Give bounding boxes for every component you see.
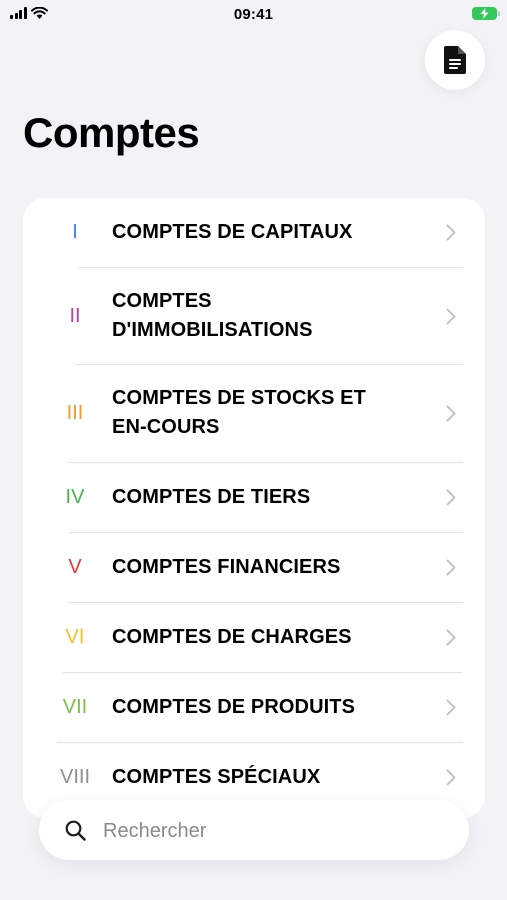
chevron-right-icon [446,489,456,506]
account-row-immobilisations[interactable]: II COMPTES D'IMMOBILISATIONS [23,268,485,364]
chevron-right-icon [446,405,456,421]
chevron-right-icon [446,769,456,786]
account-label: COMPTES DE CHARGES [112,626,352,648]
account-row-stocks[interactable]: III COMPTES DE STOCKS ET EN-COURS [23,365,485,461]
accounts-list: I COMPTES DE CAPITAUX II COMPTES D'IMMOB… [23,198,485,818]
account-label: COMPTES FINANCIERS [112,556,341,578]
account-label: COMPTES SPÉCIAUX [112,766,321,788]
account-label: COMPTES DE TIERS [112,486,311,508]
account-label: COMPTES DE CAPITAUX [112,221,353,243]
search-input[interactable] [101,800,445,862]
account-row-capitaux[interactable]: I COMPTES DE CAPITAUX [23,198,485,267]
chevron-right-icon [446,629,456,646]
search-icon [65,820,86,841]
chevron-right-icon [446,699,456,716]
chevron-right-icon [446,224,456,241]
account-row-charges[interactable]: VI COMPTES DE CHARGES [23,603,485,672]
chevron-right-icon [446,559,456,576]
document-button[interactable] [425,30,485,90]
account-label: COMPTES DE STOCKS ET EN-COURS [112,387,366,438]
account-row-produits[interactable]: VII COMPTES DE PRODUITS [23,673,485,742]
account-row-tiers[interactable]: IV COMPTES DE TIERS [23,463,485,532]
status-bar: 09:41 [0,0,507,32]
account-label: COMPTES D'IMMOBILISATIONS [112,290,313,341]
search-bar[interactable] [39,800,469,862]
account-row-financiers[interactable]: V COMPTES FINANCIERS [23,533,485,602]
document-icon [444,46,466,74]
battery-charging-icon [472,7,500,20]
account-label: COMPTES DE PRODUITS [112,696,356,718]
page-title: Comptes [23,109,200,156]
status-time: 09:41 [233,6,274,23]
chevron-right-icon [446,308,456,324]
